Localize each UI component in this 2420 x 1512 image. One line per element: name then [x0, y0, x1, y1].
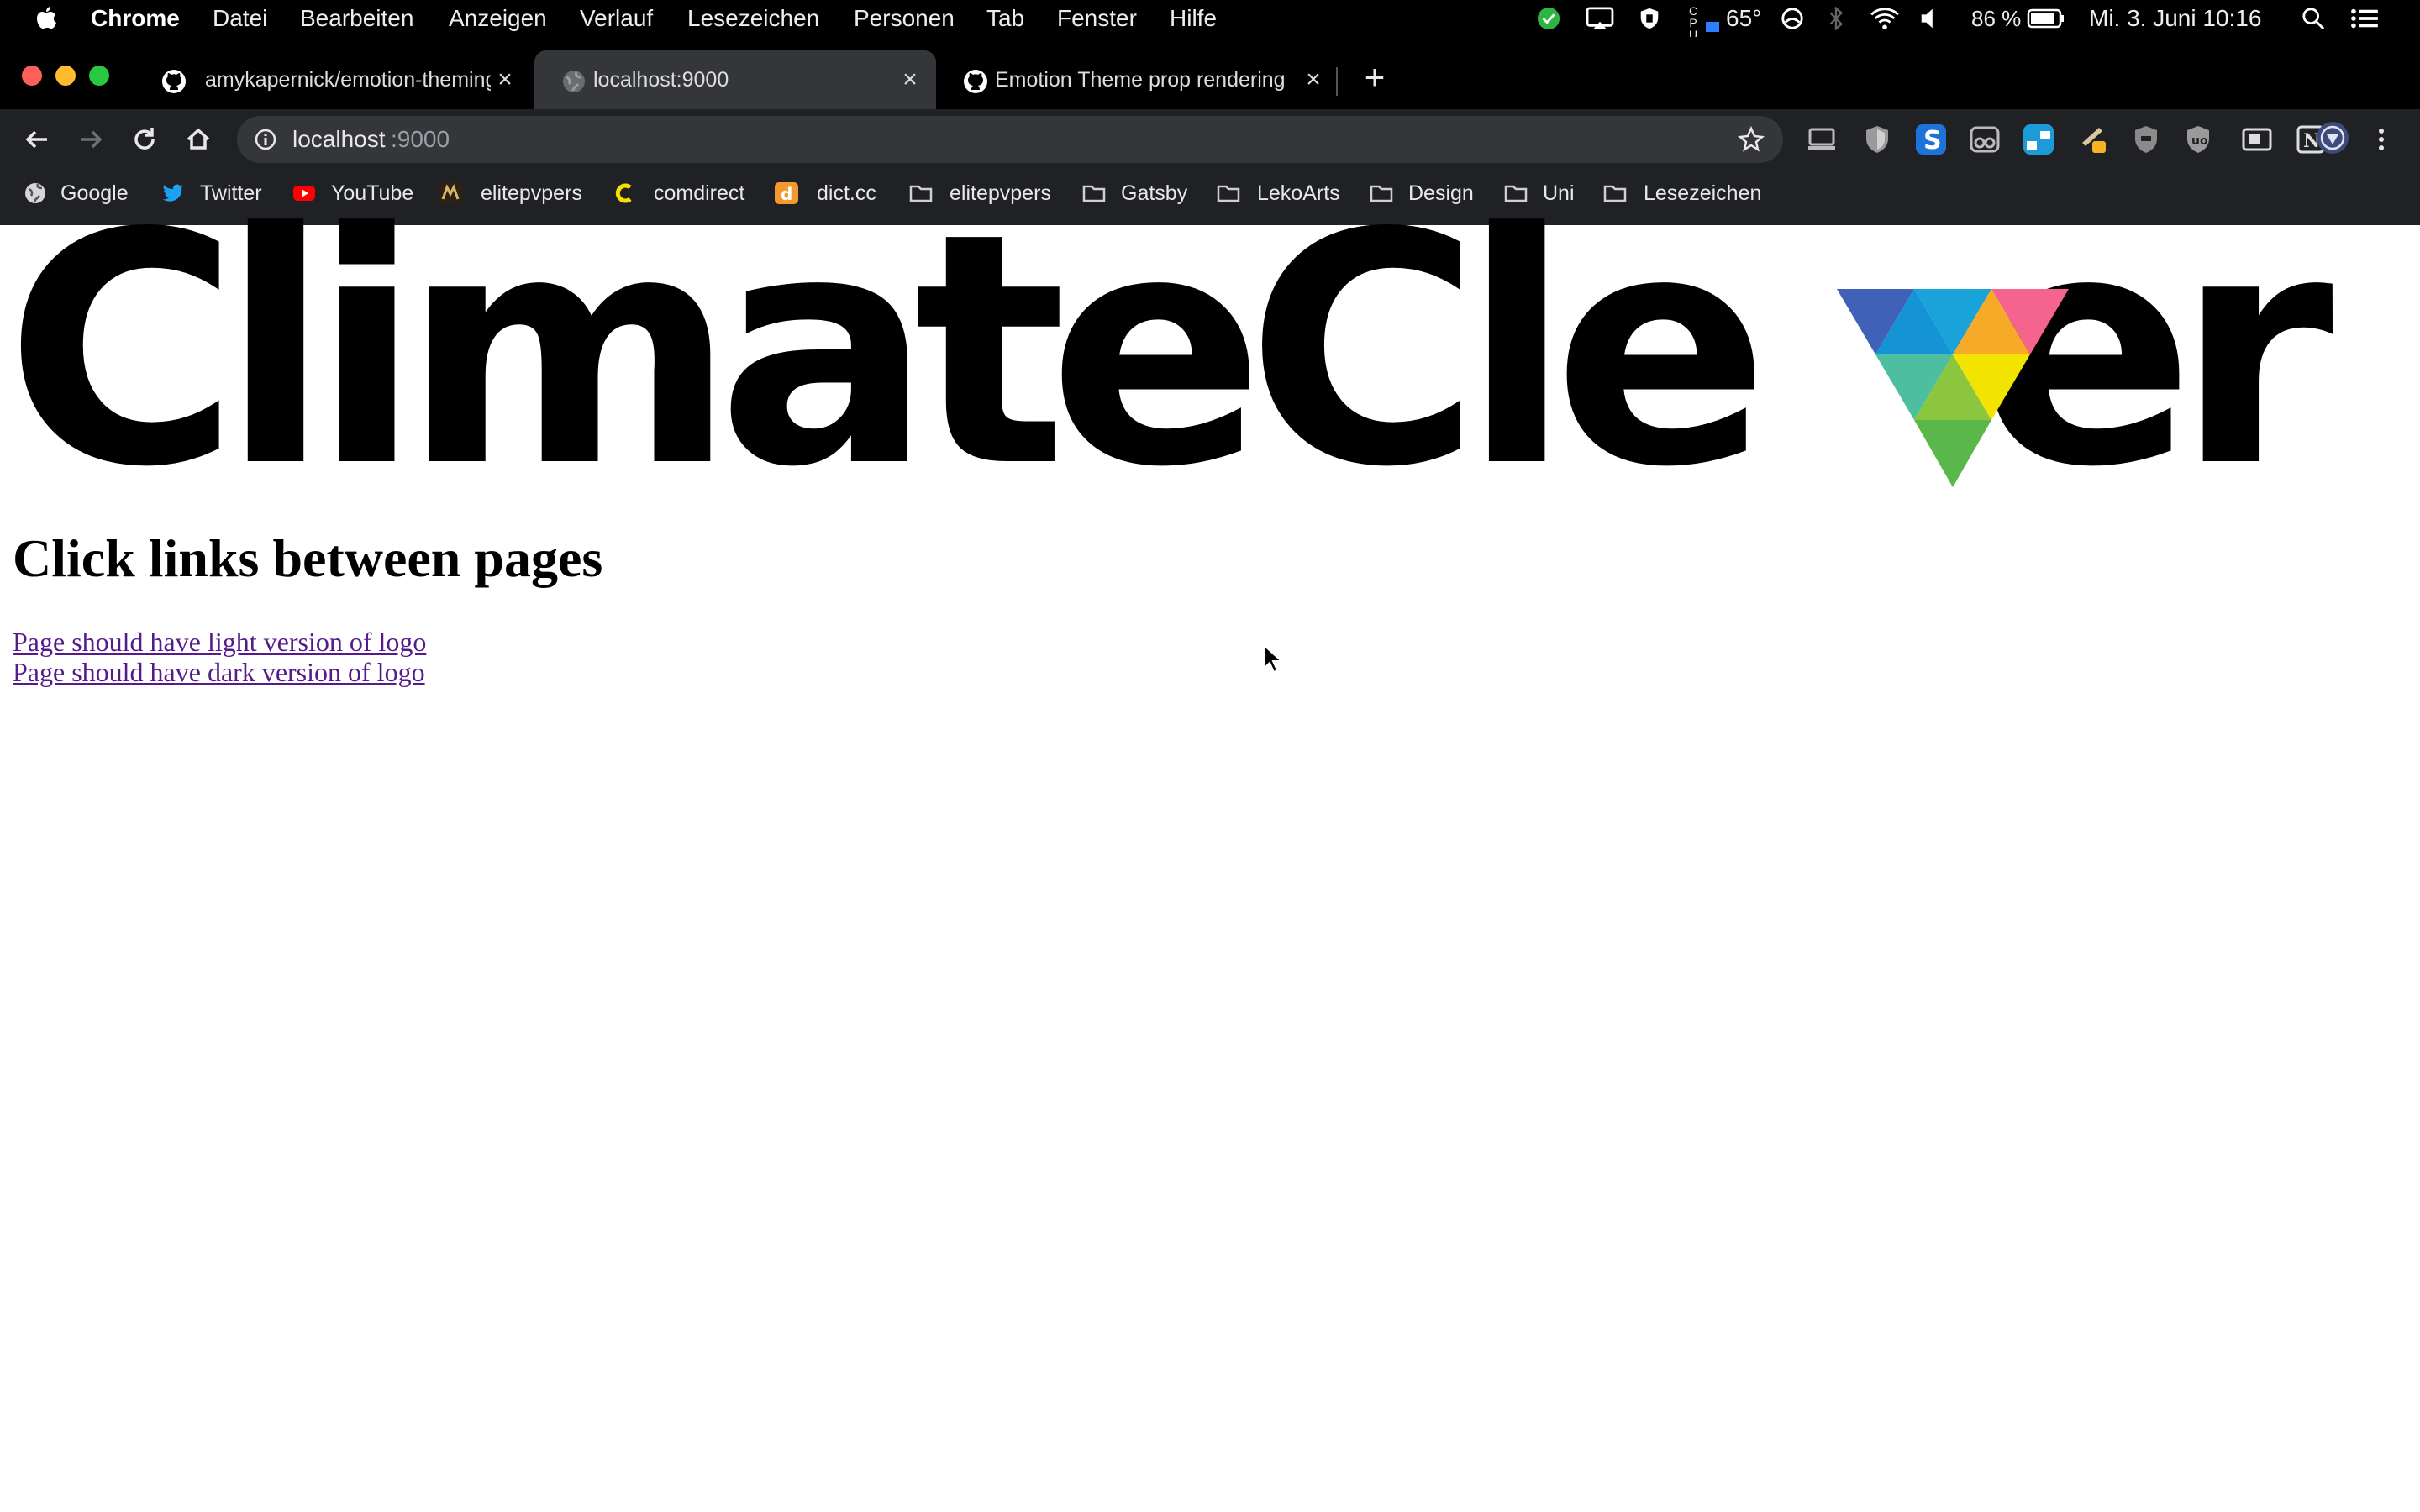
tab-close-icon[interactable]: × [492, 67, 518, 92]
tab-close-icon[interactable]: × [1301, 67, 1326, 92]
page-content: ClimateCle er Click links between pages P… [0, 192, 2420, 1512]
menu-clock[interactable]: Mi. 3. Juni 10:16 [2089, 0, 2261, 37]
wifi-icon[interactable] [1869, 7, 1901, 30]
tab-title: amykapernick/emotion-theming [205, 68, 491, 92]
bitwarden-extension-icon[interactable] [1862, 124, 1892, 155]
battery-icon[interactable] [2027, 7, 2065, 30]
shield-icon[interactable] [1637, 7, 1662, 30]
picture-in-picture-extension-icon[interactable] [2242, 124, 2272, 155]
cast-extension-icon[interactable] [1807, 124, 1837, 155]
tab-github-emotion-theme-prop[interactable]: Emotion Theme prop rendering × [936, 50, 1334, 109]
menu-tab[interactable]: Tab [986, 0, 1024, 37]
wayback-extension-icon[interactable] [1970, 124, 2000, 155]
tab-github-emotion-theming[interactable]: amykapernick/emotion-theming × [134, 50, 533, 109]
cpu-bar [1706, 22, 1719, 32]
climateclever-logo: ClimateCle er [0, 192, 2420, 511]
tab-separator [1336, 67, 1338, 96]
menu-anzeigen[interactable]: Anzeigen [449, 0, 547, 37]
logo-text-start: ClimateCle [5, 165, 1770, 537]
svg-text:S: S [1923, 126, 1942, 155]
tab-close-icon[interactable]: × [897, 67, 923, 92]
bookmark-star-icon[interactable] [1738, 126, 1765, 153]
github-icon [964, 70, 987, 93]
menu-app-name[interactable]: Chrome [91, 0, 180, 37]
menu-verlauf[interactable]: Verlauf [580, 0, 653, 37]
tab-strip: amykapernick/emotion-theming × localhost… [0, 37, 2420, 109]
tab-title: localhost:9000 [593, 68, 729, 92]
menu-lesezeichen[interactable]: Lesezeichen [687, 0, 819, 37]
url-port: :9000 [391, 126, 450, 152]
privacy-badger-extension-icon[interactable] [2131, 124, 2161, 155]
s-extension-icon[interactable]: S [1916, 124, 1946, 155]
tab-localhost[interactable]: localhost:9000 × [534, 50, 936, 109]
new-tab-plus-icon[interactable]: + [1356, 59, 1393, 96]
url-host: localhost [292, 126, 386, 152]
airplay-icon[interactable] [1585, 7, 1615, 30]
dark-logo-link[interactable]: Page should have dark version of logo [13, 657, 425, 688]
minimize-window-button[interactable] [55, 66, 76, 86]
reload-icon[interactable] [126, 121, 163, 158]
macos-menu-bar: Chrome Datei Bearbeiten Anzeigen Verlauf… [0, 0, 2420, 40]
mouse-cursor-icon [1263, 643, 1282, 674]
menu-bearbeiten[interactable]: Bearbeiten [300, 0, 413, 37]
globe-icon [563, 71, 585, 92]
ublock-extension-icon[interactable]: uo [2183, 124, 2213, 155]
logo-v-triangle-icon [1837, 289, 2069, 487]
address-bar[interactable]: localhost :9000 [237, 116, 1783, 163]
chrome-menu-icon[interactable] [2375, 126, 2388, 153]
menu-personen[interactable]: Personen [854, 0, 955, 37]
zoom-window-button[interactable] [89, 66, 109, 86]
apple-icon[interactable] [34, 5, 59, 32]
volume-icon[interactable] [1919, 7, 1941, 30]
menu-fenster[interactable]: Fenster [1057, 0, 1137, 37]
window-extension-icon[interactable] [2023, 124, 2054, 155]
profile-icon[interactable] [2316, 121, 2349, 155]
browser-toolbar: localhost :9000 S uo N [0, 109, 2420, 170]
focus-icon[interactable] [1780, 7, 1805, 30]
spotlight-search-icon[interactable] [2301, 7, 2326, 30]
battery-percent[interactable]: 86 % [1971, 0, 2021, 37]
highlighter-extension-icon[interactable] [2077, 124, 2107, 155]
tab-title: Emotion Theme prop rendering [995, 68, 1286, 92]
svg-text:uo: uo [2191, 134, 2208, 148]
page-title: Click links between pages [13, 528, 603, 588]
close-window-button[interactable] [22, 66, 42, 86]
notification-center-icon[interactable] [2349, 7, 2380, 30]
light-logo-link[interactable]: Page should have light version of logo [13, 627, 426, 658]
back-arrow-icon[interactable] [18, 121, 55, 158]
home-icon[interactable] [180, 121, 217, 158]
check-status-icon[interactable] [1536, 7, 1561, 30]
bluetooth-icon[interactable] [1827, 7, 1845, 30]
cpu-temperature[interactable]: 65° [1726, 0, 1761, 37]
forward-arrow-icon[interactable] [72, 121, 109, 158]
info-icon[interactable] [254, 128, 277, 151]
menu-hilfe[interactable]: Hilfe [1170, 0, 1217, 37]
menu-datei[interactable]: Datei [213, 0, 267, 37]
github-icon [162, 70, 186, 93]
